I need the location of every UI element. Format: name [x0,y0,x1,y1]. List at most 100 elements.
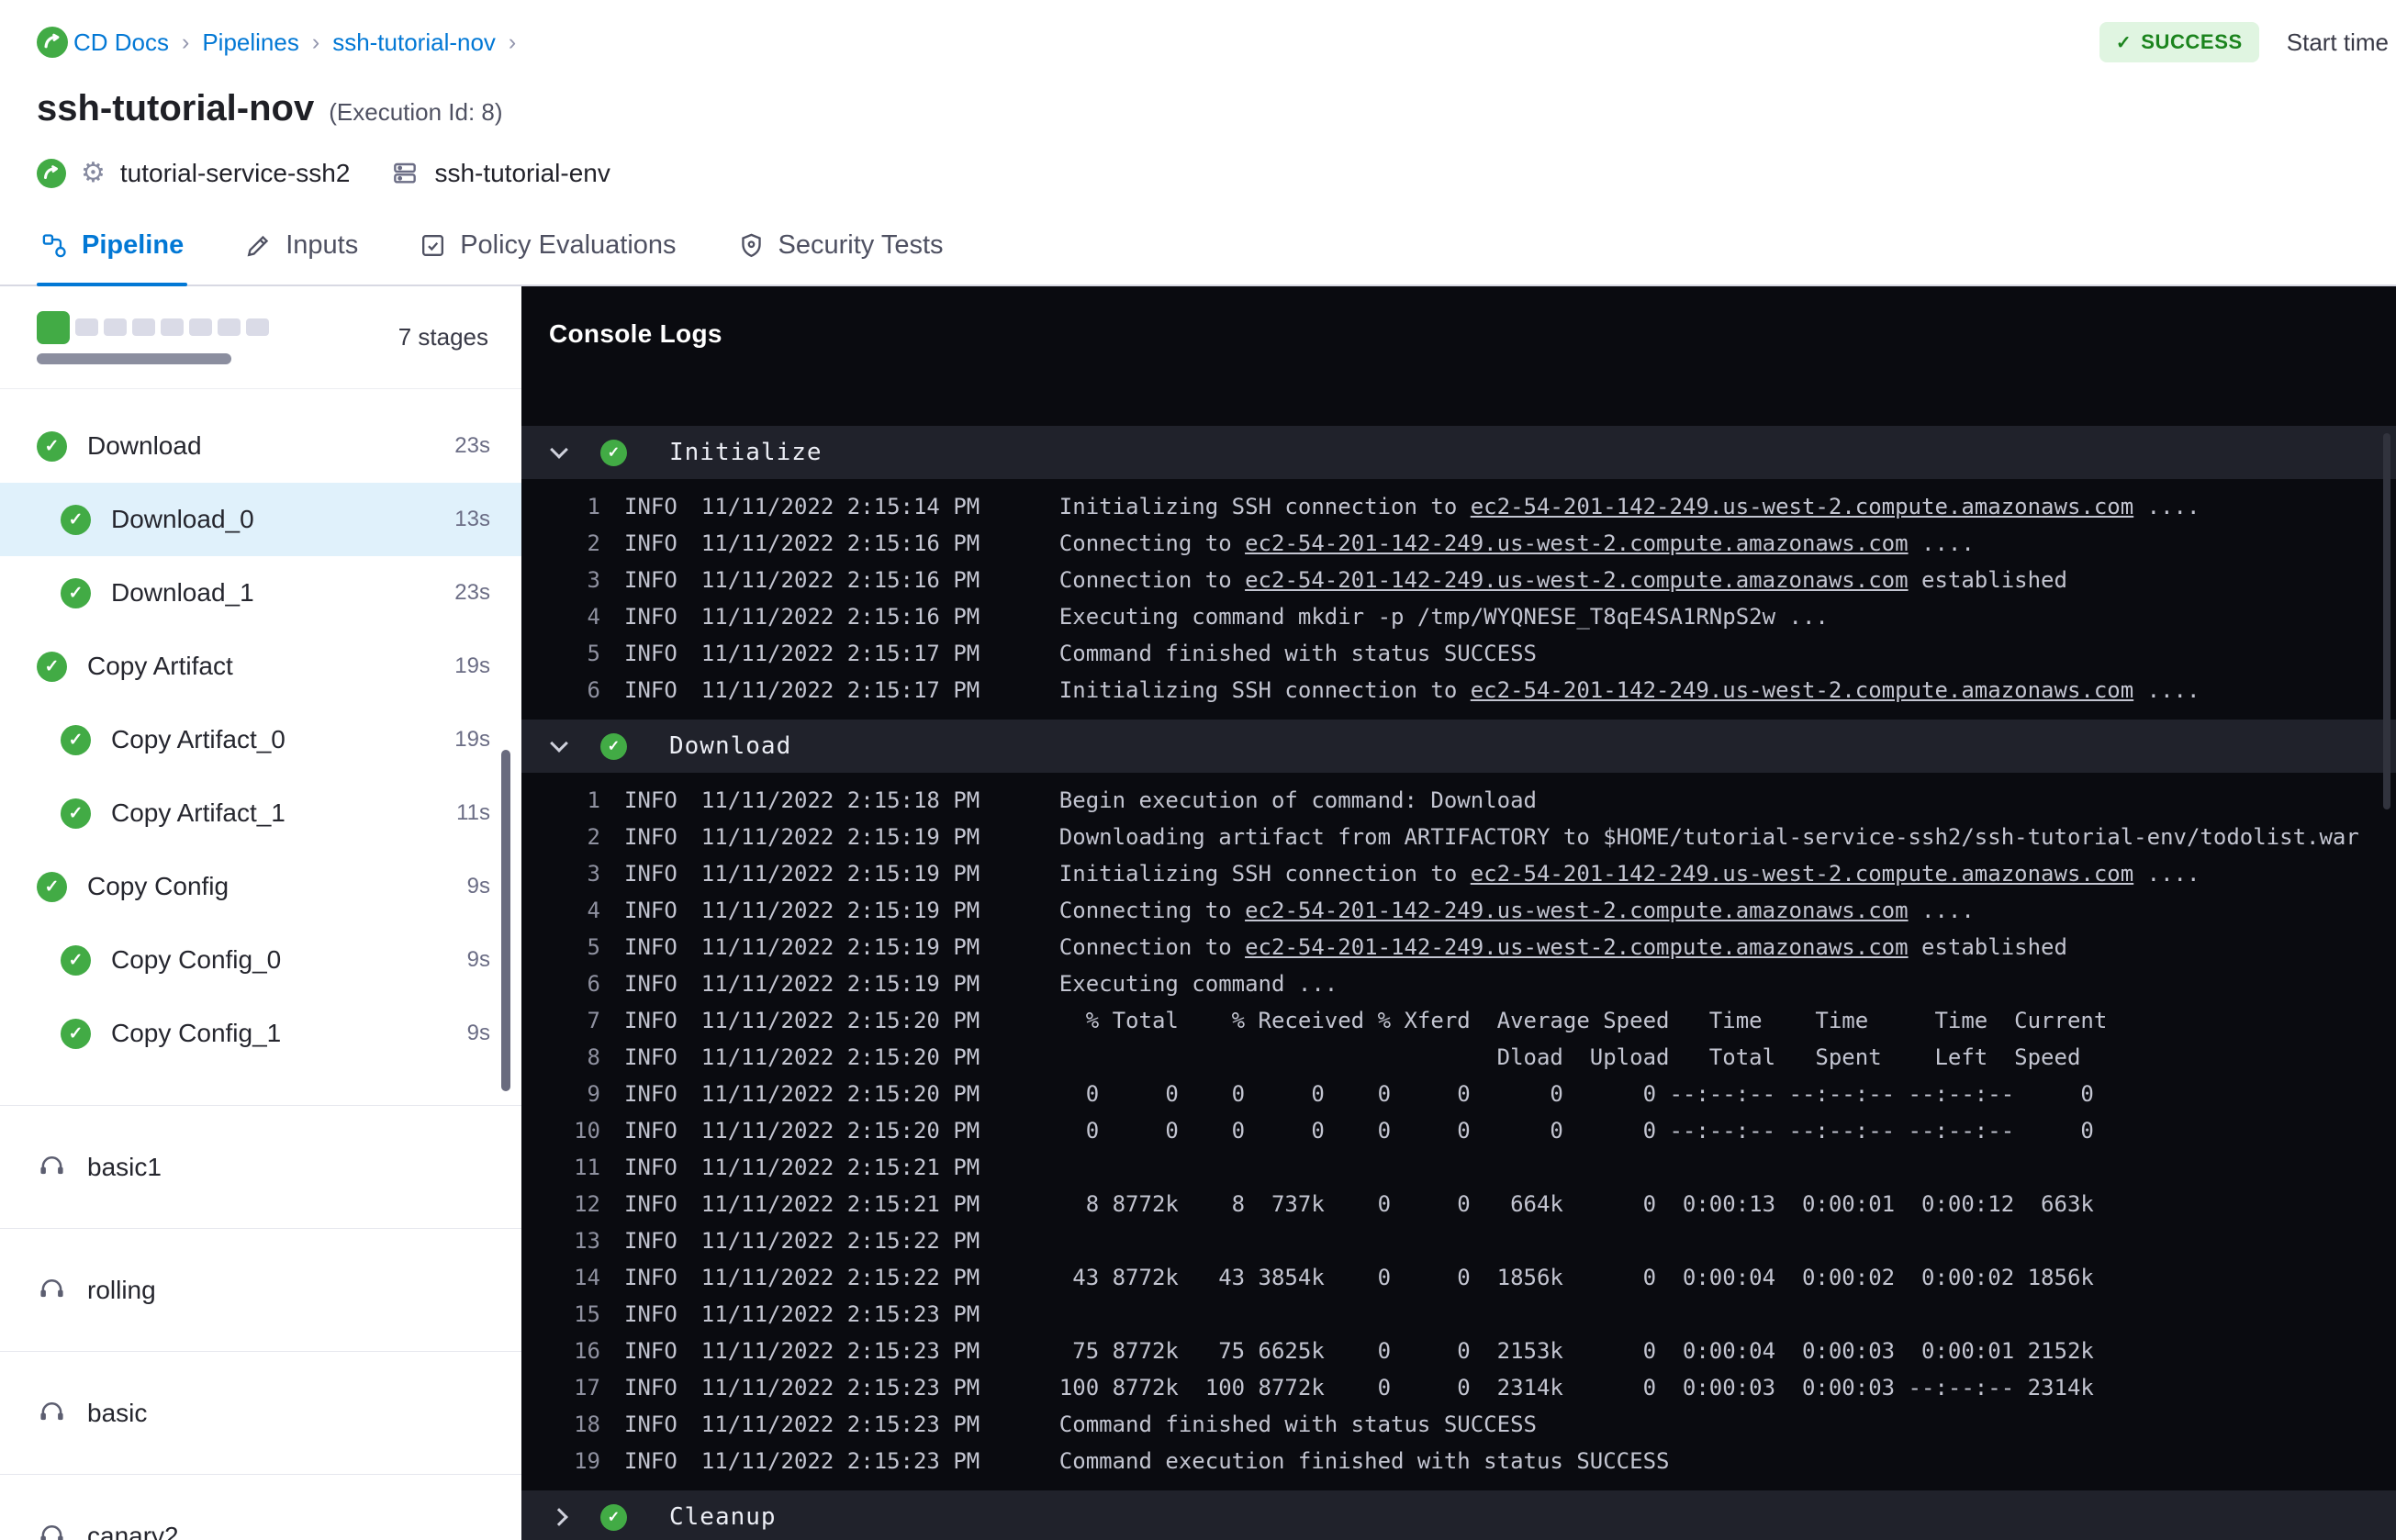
chevron-down-icon[interactable] [550,734,568,753]
tab-label: Security Tests [778,230,944,260]
stage-count-label: 7 stages [397,323,488,351]
log-message: Begin execution of command: Download [1058,787,1537,813]
log-line: 18 INFO 11/11/2022 2:15:23 PM Command finis… [521,1406,2396,1443]
console-scrollbar[interactable] [2383,433,2390,809]
log-message: Command execution finished with status S… [1058,1448,1670,1474]
log-host-link[interactable]: ec2-54-201-142-249.us-west-2.compute.ama… [1471,861,2133,887]
log-host-link[interactable]: ec2-54-201-142-249.us-west-2.compute.ama… [1245,898,1908,923]
stage-item-copy-config[interactable]: ✓ Copy Config 9s [0,850,521,923]
log-timestamp: 11/11/2022 2:15:18 PM [700,787,980,813]
breadcrumb-separator: › [182,28,190,55]
stage-minimap-blocks [37,310,269,364]
log-sections: ✓ Initialize 1 INFO 11/11/2022 2:15:14 PM Ini… [521,426,2396,1540]
log-timestamp: 11/11/2022 2:15:20 PM [700,1081,980,1107]
stage-item-copy-artifact-1[interactable]: ✓ Copy Artifact_1 11s [0,776,521,850]
log-line: 5 INFO 11/11/2022 2:15:17 PM Command finish… [521,635,2396,672]
section-success-icon: ✓ [600,732,627,760]
tab-label: Policy Evaluations [460,230,677,260]
log-timestamp: 11/11/2022 2:15:20 PM [700,1044,980,1070]
log-section-body: 1 INFO 11/11/2022 2:15:18 PM Begin executio… [521,773,2396,1490]
log-level: INFO [624,1008,677,1033]
success-check-icon: ✓ [2115,32,2133,53]
breadcrumb-link-ssh-tutorial-nov[interactable]: ssh-tutorial-nov [332,28,496,57]
pipeline-item-basic1[interactable]: basic1 [0,1106,521,1229]
execution-meta: ⚙ tutorial-service-ssh2 ssh-tutorial-env [0,129,2396,188]
pipeline-item-canary2[interactable]: canary2 [0,1475,521,1540]
minimap-scroll-indicator[interactable] [37,352,231,364]
log-level: INFO [624,1081,677,1107]
stage-item-copy-config-0[interactable]: ✓ Copy Config_0 9s [0,923,521,997]
log-host-link[interactable]: ec2-54-201-142-249.us-west-2.compute.ama… [1245,530,1908,556]
sidebar-scrollbar[interactable] [501,750,510,1091]
tab-inputs[interactable]: Inputs [241,230,362,285]
log-line-number: 5 [587,641,600,666]
log-line-number: 17 [574,1375,600,1401]
log-message: 0 0 0 0 0 0 0 0 --:--:-- --:--:-- --:--:… [1058,1081,2094,1107]
environment-name[interactable]: ssh-tutorial-env [434,159,610,188]
log-timestamp: 11/11/2022 2:15:14 PM [700,494,980,519]
log-section-title: Download [669,732,792,760]
stage-success-icon: ✓ [61,1018,91,1049]
breadcrumb-separator: › [311,28,320,55]
stages-minimap: 7 stages [0,286,521,389]
stage-item-download[interactable]: ✓ Download 23s [0,409,521,483]
log-message: 100 8772k 100 8772k 0 0 2314k 0 0:00:03 … [1058,1375,2094,1401]
stage-success-icon: ✓ [61,724,91,755]
log-level: INFO [624,604,677,630]
log-line-number: 6 [587,971,600,997]
log-host-link[interactable]: ec2-54-201-142-249.us-west-2.compute.ama… [1245,567,1908,593]
deployment-icon [37,159,66,188]
pipeline-stage-icon [37,1273,67,1308]
tab-security-tests[interactable]: Security Tests [733,230,947,285]
log-message: 8 8772k 8 737k 0 0 664k 0 0:00:13 0:00:0… [1058,1191,2094,1217]
log-timestamp: 11/11/2022 2:15:21 PM [700,1155,980,1180]
stage-label: Copy Config_0 [111,945,282,974]
stage-success-icon: ✓ [61,798,91,829]
log-section-header-cleanup[interactable]: ✓ Cleanup [521,1490,2396,1540]
log-section-title: Cleanup [669,1503,777,1531]
log-level: INFO [624,787,677,813]
log-line: 13 INFO 11/11/2022 2:15:22 PM [521,1222,2396,1259]
pipeline-stage-icon [37,1150,67,1185]
stage-success-icon: ✓ [37,651,67,682]
pipeline-item-rolling[interactable]: rolling [0,1229,521,1352]
start-time-label[interactable]: Start time [2287,28,2389,57]
log-timestamp: 11/11/2022 2:15:23 PM [700,1412,980,1437]
breadcrumb-link-pipelines[interactable]: Pipelines [202,28,299,57]
tab-policy-evaluations[interactable]: Policy Evaluations [415,230,679,285]
chevron-down-icon[interactable] [550,441,568,459]
log-section-header-initialize[interactable]: ✓ Initialize [521,426,2396,479]
log-host-link[interactable]: ec2-54-201-142-249.us-west-2.compute.ama… [1245,934,1908,960]
log-level: INFO [624,1338,677,1364]
log-section-header-download[interactable]: ✓ Download [521,720,2396,773]
chevron-right-icon[interactable] [550,1508,568,1526]
log-message: Command finished with status SUCCESS [1058,1412,1537,1437]
log-host-link[interactable]: ec2-54-201-142-249.us-west-2.compute.ama… [1471,494,2133,519]
stage-item-download-0[interactable]: ✓ Download_0 13s [0,483,521,556]
minimap-active-block [37,310,70,344]
stage-duration: 9s [466,874,490,898]
stage-item-copy-artifact-0[interactable]: ✓ Copy Artifact_0 19s [0,703,521,776]
page-title: ssh-tutorial-nov [37,88,315,128]
log-line: 19 INFO 11/11/2022 2:15:23 PM Command execu… [521,1443,2396,1479]
log-line-number: 1 [587,494,600,519]
log-timestamp: 11/11/2022 2:15:17 PM [700,677,980,703]
log-host-link[interactable]: ec2-54-201-142-249.us-west-2.compute.ama… [1471,677,2133,703]
log-timestamp: 11/11/2022 2:15:16 PM [700,604,980,630]
log-level: INFO [624,1448,677,1474]
stage-item-download-1[interactable]: ✓ Download_1 23s [0,556,521,630]
log-message: Connection to ec2-54-201-142-249.us-west… [1058,567,2067,593]
log-timestamp: 11/11/2022 2:15:23 PM [700,1301,980,1327]
log-message: 75 8772k 75 6625k 0 0 2153k 0 0:00:04 0:… [1058,1338,2094,1364]
stage-item-copy-artifact[interactable]: ✓ Copy Artifact 19s [0,630,521,703]
stage-duration: 23s [454,580,490,605]
service-name[interactable]: tutorial-service-ssh2 [120,159,351,188]
breadcrumb-link-cd-docs[interactable]: CD Docs [73,28,169,57]
pipeline-item-basic[interactable]: basic [0,1352,521,1475]
stage-duration: 23s [454,433,490,458]
log-line-number: 8 [587,1044,600,1070]
log-level: INFO [624,1155,677,1180]
log-line: 3 INFO 11/11/2022 2:15:16 PM Connection to … [521,562,2396,598]
stage-item-copy-config-1[interactable]: ✓ Copy Config_1 9s [0,997,521,1070]
tab-pipeline[interactable]: Pipeline [37,230,188,286]
